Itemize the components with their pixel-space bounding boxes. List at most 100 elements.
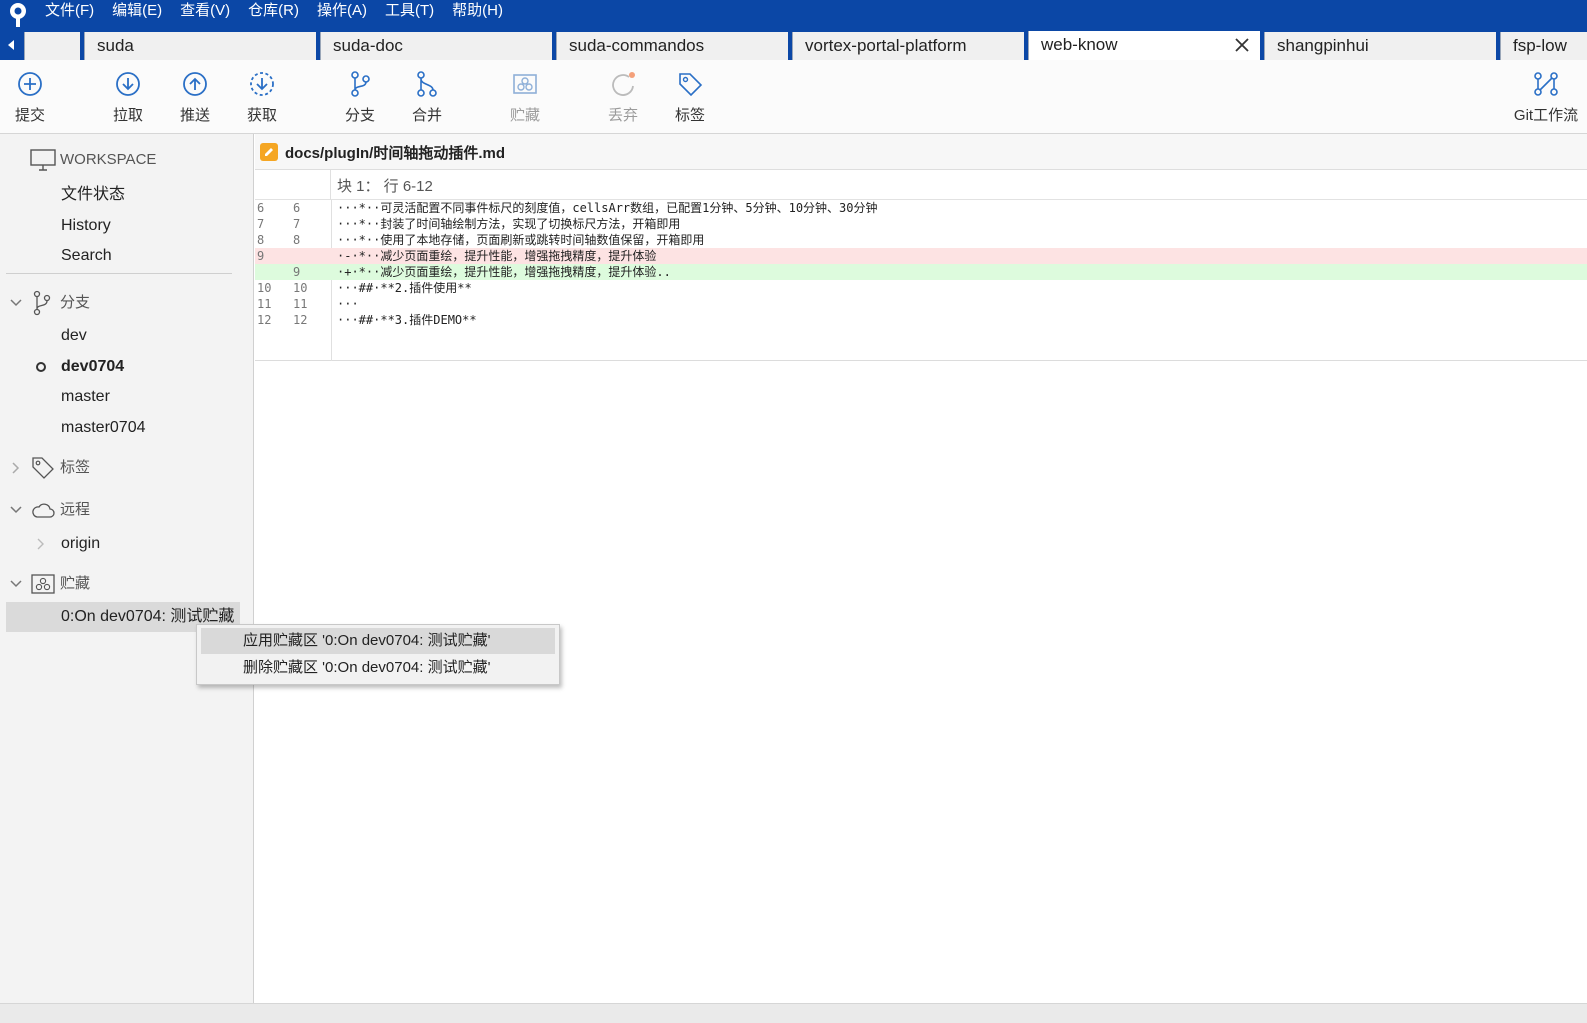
tab-vortex-portal-platform[interactable]: vortex-portal-platform [792,32,1024,60]
branch-button[interactable]: 分支 [330,70,390,130]
menu-file[interactable]: 文件(F) [36,0,103,30]
stash-button[interactable]: 贮藏 [495,70,555,130]
new-line-number: 7 [293,217,301,231]
current-branch-icon [36,362,46,372]
branch-label: master [61,388,110,405]
diff-line-text: ·-·*··减少页面重绘，提升性能，增强拖拽精度，提升体验 [337,249,657,263]
branch-label: 分支 [344,107,375,124]
tab-suda-doc[interactable]: suda-doc [320,32,552,60]
menu-repository[interactable]: 仓库(R) [239,0,308,30]
toolbar: 提交 拉取 推送 获取 分支 合并 贮藏 丢弃 标签 Git工作流 [0,60,1587,134]
tab-web-know[interactable]: web-know [1028,31,1260,60]
tag-icon [679,73,703,97]
merge-button[interactable]: 合并 [397,70,457,130]
old-line-number: 11 [257,297,272,311]
diff-line-text: ···##·**2.插件使用** [337,281,472,295]
stashes-label: 贮藏 [60,575,91,592]
tab-shangpinhui[interactable]: shangpinhui [1264,32,1496,60]
sidebar-item-history[interactable]: History [0,212,254,240]
tab-blank[interactable] [24,32,80,60]
branch-item-master[interactable]: master [0,383,254,411]
file-header: docs/plugIn/时间轴拖动插件.md [255,134,1587,170]
hunk-header-text: 块 1： 行 6-12 [337,178,433,195]
stash-icon [31,574,55,594]
stash-label: 贮藏 [509,107,540,124]
new-line-number: 8 [293,233,301,247]
sidebar-item-search[interactable]: Search [0,242,254,270]
tab-web-know-label: web-know [1041,35,1118,54]
menu-bar: 文件(F) 编辑(E) 查看(V) 仓库(R) 操作(A) 工具(T) 帮助(H… [0,0,1587,30]
chevron-down-icon[interactable] [10,579,22,589]
old-line-number: 6 [257,201,265,215]
diff-line: 10 10 ···##·**2.插件使用** [255,280,1587,296]
merge-icon [417,71,437,97]
sidebar-item-label: 文件状态 [61,186,126,203]
stash-icon [513,74,537,94]
commit-button[interactable]: 提交 [0,70,60,130]
apply-stash-menu-item[interactable]: 应用贮藏区 '0:On dev0704: 测试贮藏' [201,628,555,654]
workspace-header: WORKSPACE [0,146,254,174]
branches-label: 分支 [60,294,91,311]
sidebar-divider [6,273,232,274]
cloud-icon [32,503,55,518]
gitflow-button[interactable]: Git工作流 [1506,70,1586,130]
chevron-right-icon[interactable] [11,462,21,474]
hunk-header: 块 1： 行 6-12 [255,170,1587,200]
arrow-up-circle-icon [183,72,207,96]
sidebar-item-label: Search [61,247,112,264]
delete-stash-menu-item[interactable]: 删除贮藏区 '0:On dev0704: 测试贮藏' [201,655,555,681]
diff-view[interactable]: 6 6 ···*··可灵活配置不同事件标尺的刻度值，cellsArr数组，已配置1分… [255,200,1587,361]
remote-item-origin[interactable]: origin [0,530,254,558]
discard-button[interactable]: 丢弃 [593,70,653,130]
diff-line: 8 8 ···*··使用了本地存储，页面刷新或跳转时间轴数值保留，开箱即用 [255,232,1587,248]
stash-context-menu: 应用贮藏区 '0:On dev0704: 测试贮藏' 删除贮藏区 '0:On d… [196,624,560,685]
tab-scroll-left-icon[interactable] [0,30,22,60]
diff-line-text: ·+·*··减少页面重绘，提升性能，增强拖拽精度，提升体验.. [337,265,671,279]
diff-line-text: ···*··使用了本地存储，页面刷新或跳转时间轴数值保留，开箱即用 [337,233,705,247]
diff-line-text: ··· [337,297,359,311]
pull-button[interactable]: 拉取 [98,70,158,130]
chevron-right-icon[interactable] [36,538,46,550]
menu-tools[interactable]: 工具(T) [376,0,443,30]
branch-label: master0704 [61,419,146,436]
fetch-button[interactable]: 获取 [232,70,292,130]
sidebar-item-file-status[interactable]: 文件状态 [0,181,254,209]
diff-line: 11 11 ··· [255,296,1587,312]
gitflow-label: Git工作流 [1513,107,1579,124]
remote-label: origin [61,535,101,552]
status-bar [0,1003,1587,1023]
diff-line: 12 12 ···##·**3.插件DEMO** [255,312,1587,328]
branch-item-master0704[interactable]: master0704 [0,414,254,442]
push-button[interactable]: 推送 [165,70,225,130]
menu-actions[interactable]: 操作(A) [308,0,376,30]
menu-view[interactable]: 查看(V) [171,0,239,30]
menu-edit[interactable]: 编辑(E) [103,0,171,30]
chevron-down-icon[interactable] [10,298,22,308]
tag-button[interactable]: 标签 [660,70,720,130]
diff-line-text: ···##·**3.插件DEMO** [337,313,477,327]
old-line-number: 12 [257,313,272,327]
tags-header[interactable]: 标签 [0,454,254,482]
new-line-number: 11 [293,297,308,311]
arrow-down-circle-icon [116,72,140,96]
tab-suda[interactable]: suda [84,32,316,60]
menu-help[interactable]: 帮助(H) [443,0,512,30]
gitflow-icon [1534,72,1558,96]
remotes-header[interactable]: 远程 [0,496,254,524]
tab-fsp-low[interactable]: fsp-low [1500,32,1587,60]
stashes-header[interactable]: 贮藏 [0,570,254,598]
old-line-number: 7 [257,217,265,231]
close-tab-icon[interactable] [1232,35,1252,55]
branch-label: dev0704 [61,358,125,375]
chevron-down-icon[interactable] [10,505,22,515]
tab-suda-commandos[interactable]: suda-commandos [556,32,788,60]
branch-icon [33,290,51,316]
modified-file-icon [260,143,278,161]
branches-header[interactable]: 分支 [0,289,254,317]
branch-icon [351,71,370,97]
branch-item-dev0704[interactable]: dev0704 [0,353,254,381]
monitor-icon [30,149,56,171]
branch-item-dev[interactable]: dev [0,322,254,350]
tag-label: 标签 [674,107,705,124]
old-line-number: 9 [257,249,265,263]
